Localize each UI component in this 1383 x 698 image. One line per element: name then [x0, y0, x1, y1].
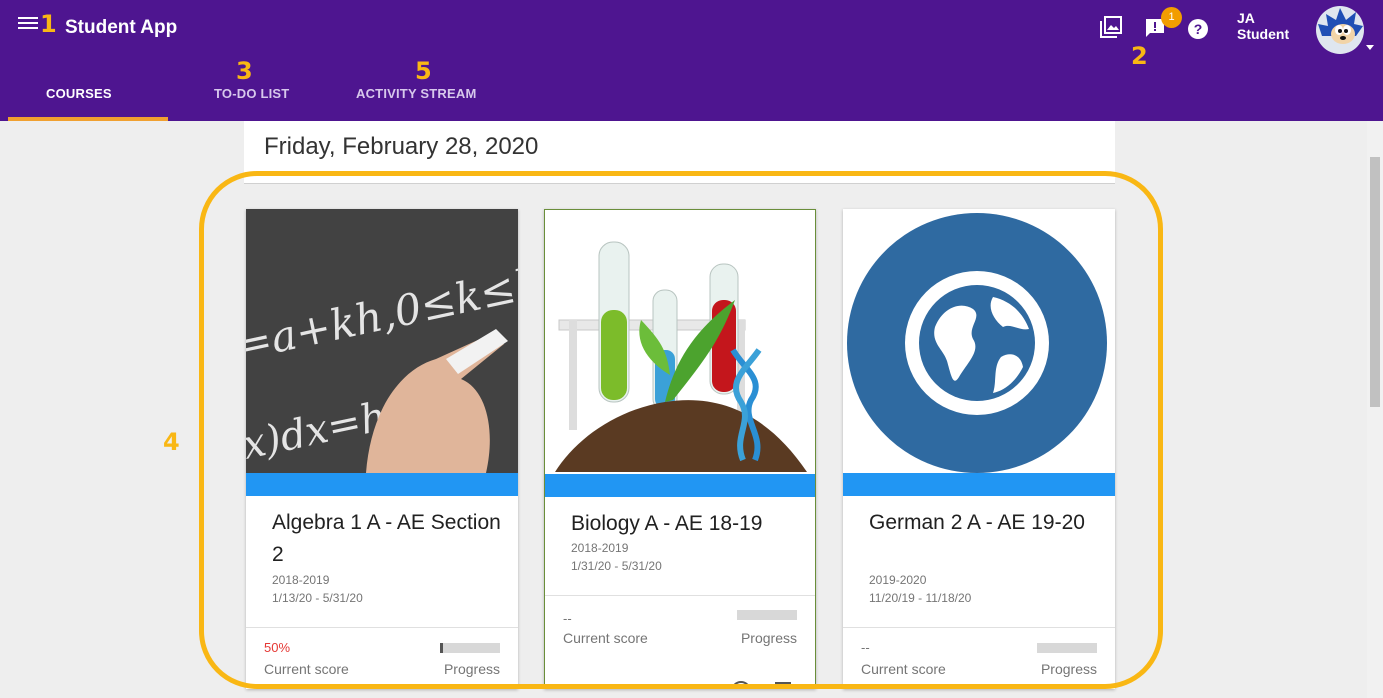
current-score-value: -- — [563, 611, 572, 626]
scrollbar-thumb[interactable] — [1370, 157, 1380, 407]
current-score-label: Current score — [563, 630, 648, 646]
course-title[interactable]: Biology A - AE 18-19 — [571, 508, 801, 540]
page-scrollbar[interactable] — [1367, 121, 1383, 698]
card-divider — [246, 627, 518, 628]
current-score-label: Current score — [861, 661, 946, 677]
notification-badge: 1 — [1161, 7, 1182, 28]
svg-text:?: ? — [1194, 21, 1203, 37]
course-card-german[interactable]: German 2 A - AE 19-20 2019-2020 11/20/19… — [843, 209, 1115, 689]
date-header: Friday, February 28, 2020 — [244, 121, 1115, 184]
current-date: Friday, February 28, 2020 — [264, 133, 539, 160]
course-year: 2018-2019 — [272, 573, 330, 587]
progress-bar — [737, 610, 797, 620]
course-image-algebra: =a+kh,0≤k≤h x)dx=h( — [246, 209, 518, 473]
progress-bar — [1037, 643, 1097, 653]
course-title[interactable]: German 2 A - AE 19-20 — [869, 507, 1099, 539]
annotation-1: 1 — [40, 10, 57, 38]
course-year: 2019-2020 — [869, 573, 927, 587]
app-title: Student App — [65, 17, 178, 38]
progress-fill — [440, 643, 443, 653]
gallery-icon[interactable] — [1099, 15, 1123, 39]
course-card-biology[interactable]: Biology A - AE 18-19 2018-2019 1/31/20 -… — [544, 209, 816, 689]
user-name-line1: JA — [1237, 10, 1255, 26]
progress-label: Progress — [443, 661, 500, 677]
course-card-algebra[interactable]: =a+kh,0≤k≤h x)dx=h( Algebra 1 A - AE Sec… — [246, 209, 518, 689]
card-divider — [545, 595, 815, 596]
course-year: 2018-2019 — [571, 541, 629, 555]
card-divider — [843, 627, 1115, 628]
progress-label: Progress — [1040, 661, 1097, 677]
annotation-3: 3 — [236, 57, 253, 85]
active-tab-indicator — [8, 117, 168, 121]
course-dates: 11/20/19 - 11/18/20 — [869, 591, 972, 605]
avatar[interactable] — [1316, 6, 1364, 54]
progress-bar — [440, 643, 500, 653]
course-title[interactable]: Algebra 1 A - AE Section 2 — [272, 507, 502, 571]
tab-courses[interactable]: COURSES — [46, 86, 112, 121]
course-color-strip — [843, 473, 1115, 496]
avatar-image — [1318, 8, 1363, 44]
annotation-2: 2 — [1131, 42, 1148, 70]
card-action-icons[interactable] — [731, 677, 801, 689]
course-dates: 1/31/20 - 5/31/20 — [571, 559, 662, 573]
course-image-german — [843, 209, 1115, 473]
current-score-value: 50% — [264, 640, 291, 655]
tab-activity-stream[interactable]: ACTIVITY STREAM — [356, 86, 477, 121]
annotation-4: 4 — [163, 428, 180, 456]
card-actions — [731, 677, 801, 689]
course-color-strip — [545, 474, 815, 497]
app-header: 1 Student App 1 2 ? JA Student COURSES 3 — [0, 0, 1383, 121]
user-name[interactable]: JA Student — [1237, 10, 1289, 42]
course-color-strip — [246, 473, 518, 496]
course-dates: 1/13/20 - 5/31/20 — [272, 591, 363, 605]
tab-to-do-list[interactable]: TO-DO LIST — [214, 86, 289, 121]
user-name-line2: Student — [1237, 26, 1290, 42]
menu-icon[interactable] — [18, 14, 38, 32]
current-score-label: Current score — [264, 661, 349, 677]
annotation-5: 5 — [415, 57, 432, 85]
help-icon[interactable]: ? — [1187, 18, 1209, 40]
progress-label: Progress — [740, 630, 797, 646]
course-image-biology — [545, 210, 815, 474]
current-score-value: -- — [861, 640, 870, 655]
chevron-down-icon[interactable] — [1366, 45, 1374, 50]
